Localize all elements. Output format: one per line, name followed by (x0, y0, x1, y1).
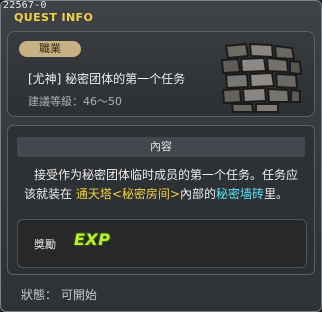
content-section-header: 內容 (17, 137, 305, 157)
quest-description: 接受作为秘密团体临时成员的第一个任务。任务应 该就装在 通天塔<秘密房间>內部的… (24, 166, 306, 204)
stone-brick-wall-icon (221, 43, 302, 113)
window-title: QUEST INFO (14, 11, 94, 24)
quest-name: [尤神] 秘密团体的第一个任务 (28, 72, 186, 86)
quest-status: 狀態： 可開始 (21, 288, 97, 302)
description-line2: 该就装在 通天塔<秘密房间>內部的秘密墙砖里。 (24, 185, 306, 204)
quest-location-link[interactable]: 通天塔<秘密房间> (76, 187, 180, 201)
quest-content-panel: 內容 接受作为秘密团体临时成员的第一个任务。任务应 该就装在 通天塔<秘密房间>… (7, 125, 315, 275)
description-text-part2: 该就装在 (24, 187, 76, 201)
description-text-line1: 接受作为秘密团体临时成员的第一个任务。任务应 (34, 168, 299, 182)
exp-reward-icon[interactable]: EXP (74, 230, 111, 249)
required-level: 建議等級：46～50 (28, 95, 122, 108)
description-text-part4: 里。 (263, 187, 288, 201)
quest-summary-panel: 職業 [尤神] 秘密团体的第一个任务 建議等級：46～50 (7, 31, 315, 117)
quest-info-window: 22567-0 QUEST INFO 職業 [尤神] 秘密团体的第一个任务 建議… (0, 0, 322, 312)
quest-id: 22567-0 (3, 0, 47, 11)
reward-label: 獎勵 (34, 238, 56, 251)
reward-box: 獎勵 EXP (17, 219, 307, 268)
quest-target-link[interactable]: 秘密墙砖 (216, 187, 264, 201)
description-text-part3: 內部的 (179, 187, 216, 201)
quest-category-badge: 職業 (19, 41, 81, 57)
